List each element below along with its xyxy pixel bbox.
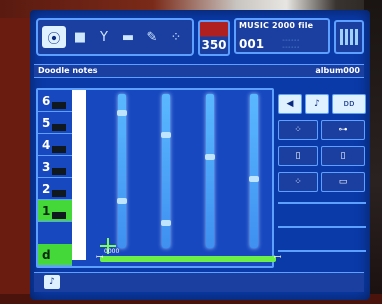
- track-name: Doodle notes: [38, 66, 98, 75]
- fork-icon[interactable]: Y: [94, 26, 114, 48]
- channel-b-button[interactable]: ▯: [321, 146, 365, 166]
- tempo-display[interactable]: 350: [198, 20, 230, 56]
- channel-lane[interactable]: [206, 94, 214, 248]
- channel-lane[interactable]: [250, 94, 258, 248]
- black-key: [52, 168, 66, 175]
- sequencer-grid[interactable]: 6 5 4 3 2 1 d 0000 ꟷ ꟷ: [36, 88, 281, 268]
- row-label-drum[interactable]: d: [38, 244, 72, 266]
- volume-icon[interactable]: ▭: [321, 172, 365, 192]
- black-key: [52, 212, 66, 219]
- channel-a-button[interactable]: ▯: [278, 146, 318, 166]
- file-dots-decoration: ◦◦◦◦◦◦ ◦◦◦◦◦◦: [282, 38, 300, 51]
- note-marker[interactable]: [161, 220, 171, 226]
- note-marker[interactable]: [205, 154, 215, 160]
- note-marker[interactable]: [117, 198, 127, 204]
- cursor-position: 0000: [104, 248, 120, 255]
- tempo-value: 350: [201, 38, 227, 52]
- row-labels: 6 5 4 3 2 1 d: [38, 90, 72, 266]
- divider: [278, 202, 366, 204]
- game-screen: ⦿ ■ Y ▬ ✎ ⁘ 350 MUSIC 2000 file 001 ◦◦◦◦…: [30, 10, 370, 300]
- play-mode-button[interactable]: ᴅᴅ: [332, 94, 366, 114]
- note-icon[interactable]: ♪: [305, 94, 329, 114]
- grid-icon[interactable]: ⁘: [166, 26, 186, 48]
- piano-keys: [72, 90, 86, 260]
- side-controls: ◀ ♪ ᴅᴅ ⁘ ⊶ ▯ ▯ ⁘ ▭: [278, 94, 366, 272]
- speaker-icon[interactable]: ◀: [278, 94, 302, 114]
- square-icon[interactable]: ■: [70, 26, 90, 48]
- link-icon[interactable]: ⊶: [321, 120, 365, 140]
- pointer-icon[interactable]: ⦿: [42, 26, 66, 48]
- song-icon[interactable]: ♪: [44, 275, 60, 289]
- black-key: [52, 124, 66, 131]
- timeline-start-marker[interactable]: ꟷ: [96, 250, 103, 263]
- album-name: album000: [315, 66, 360, 75]
- track-header: Doodle notes album000: [34, 64, 364, 78]
- pen-icon[interactable]: ✎: [142, 26, 162, 48]
- effect-icon[interactable]: ⁘: [278, 172, 318, 192]
- pattern-icon[interactable]: ⁘: [278, 120, 318, 140]
- tool-palette: ⦿ ■ Y ▬ ✎ ⁘: [36, 18, 194, 56]
- note-marker[interactable]: [161, 132, 171, 138]
- menu-button[interactable]: [334, 20, 364, 54]
- file-title: MUSIC 2000 file: [239, 21, 314, 30]
- timeline-bar[interactable]: [100, 256, 276, 262]
- note-marker[interactable]: [249, 176, 259, 182]
- divider: [278, 250, 366, 252]
- note-marker[interactable]: [117, 110, 127, 116]
- channel-lane[interactable]: [118, 94, 126, 248]
- file-info: MUSIC 2000 file 001 ◦◦◦◦◦◦ ◦◦◦◦◦◦: [234, 18, 330, 54]
- divider: [278, 226, 366, 228]
- black-key: [52, 102, 66, 109]
- bottom-bar: ♪: [34, 272, 364, 292]
- file-number: 001: [239, 37, 265, 51]
- box-icon[interactable]: ▬: [118, 26, 138, 48]
- black-key: [52, 190, 66, 197]
- black-key: [52, 146, 66, 153]
